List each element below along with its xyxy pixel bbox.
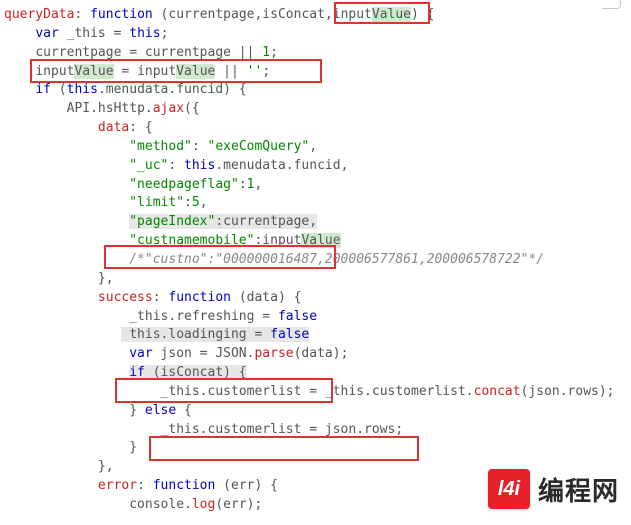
code-block: queryData: function (currentpage,isConca… <box>0 0 631 521</box>
fn-name: queryData <box>4 7 74 22</box>
corner-decoration <box>602 0 621 9</box>
param-highlighted: Value <box>372 7 411 22</box>
site-logo: l4i 编程网 <box>488 469 619 509</box>
logo-badge: l4i <box>488 469 530 509</box>
comment-line: /*"custno":"000000016487,200006577861,20… <box>129 252 544 267</box>
logo-text: 编程网 <box>538 471 619 508</box>
